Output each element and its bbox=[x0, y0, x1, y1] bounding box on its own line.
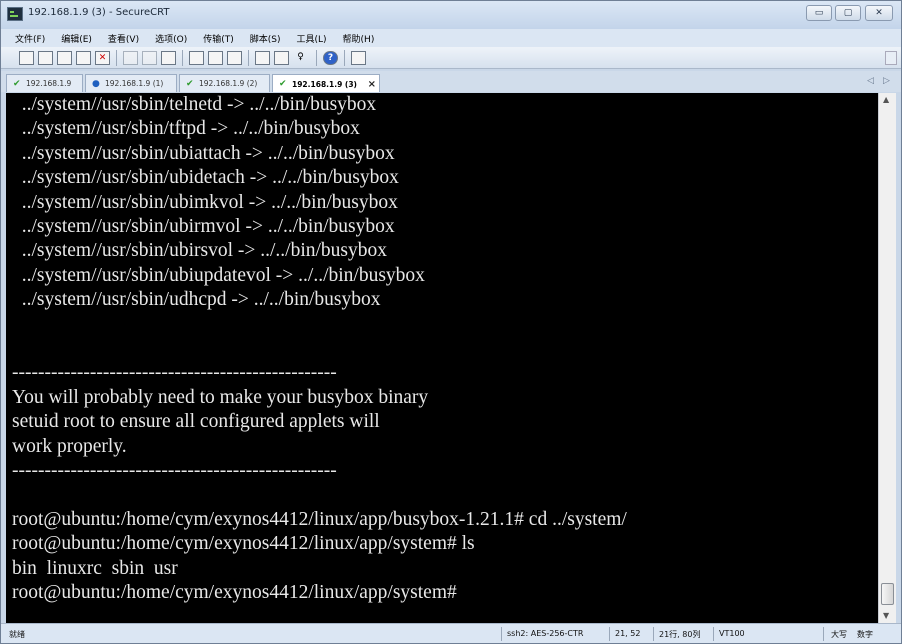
menu-help[interactable]: 帮助(H) bbox=[343, 32, 375, 45]
status-divider bbox=[653, 627, 654, 641]
status-bar: 就绪 ssh2: AES-256-CTR 21, 52 21行, 80列 VT1… bbox=[1, 623, 901, 643]
check-icon: ✔ bbox=[186, 79, 194, 89]
minimize-button[interactable]: ▭ bbox=[806, 5, 832, 21]
status-divider bbox=[713, 627, 714, 641]
toolbar-scroll-button[interactable] bbox=[885, 51, 897, 65]
terminal-line: ../system//usr/sbin/udhcpd -> ../../bin/… bbox=[12, 289, 381, 311]
terminal-line: ../system//usr/sbin/ubimkvol -> ../../bi… bbox=[12, 191, 398, 213]
terminal-line: work properly. bbox=[12, 435, 127, 457]
tab-scroll-left-icon[interactable]: ◁ bbox=[867, 76, 874, 86]
terminal-prompt-line: root@ubuntu:/home/cym/exynos4412/linux/a… bbox=[12, 582, 462, 603]
reconnect-icon[interactable] bbox=[76, 51, 91, 65]
copy-icon[interactable] bbox=[123, 51, 138, 65]
terminal-line: ../system//usr/sbin/telnetd -> ../../bin… bbox=[12, 94, 377, 115]
connect-tab-icon[interactable] bbox=[57, 51, 72, 65]
disconnect-icon[interactable]: ✕ bbox=[95, 51, 110, 65]
terminal-line: ../system//usr/sbin/ubiupdatevol -> ../.… bbox=[12, 264, 425, 286]
tab-session-1[interactable]: ● 192.168.1.9 (1) bbox=[85, 74, 177, 92]
menu-bar: 文件(F) 编辑(E) 查看(V) 选项(O) 传输(T) 脚本(S) 工具(L… bbox=[1, 29, 901, 47]
status-divider bbox=[823, 627, 824, 641]
print-setup-icon[interactable] bbox=[208, 51, 223, 65]
status-divider bbox=[501, 627, 502, 641]
find-icon[interactable] bbox=[161, 51, 176, 65]
status-divider bbox=[609, 627, 610, 641]
status-num: 数字 bbox=[857, 630, 873, 639]
maximize-button[interactable]: ▢ bbox=[835, 5, 861, 21]
global-options-icon[interactable] bbox=[274, 51, 289, 65]
toolbar-separator bbox=[316, 50, 317, 66]
title-bar[interactable]: 192.168.1.9 (3) - SecureCRT ▭ ▢ ✕ bbox=[1, 1, 901, 29]
sftp-icon[interactable] bbox=[351, 51, 366, 65]
terminal-line: ../system//usr/sbin/ubiattach -> ../../b… bbox=[12, 142, 395, 164]
menu-file[interactable]: 文件(F) bbox=[15, 32, 45, 45]
scrollbar-thumb[interactable] bbox=[881, 583, 894, 605]
close-button[interactable]: ✕ bbox=[865, 5, 893, 21]
toolbar-separator bbox=[344, 50, 345, 66]
paste-icon[interactable] bbox=[142, 51, 157, 65]
check-icon: ✔ bbox=[279, 79, 287, 89]
help-icon[interactable]: ? bbox=[323, 51, 338, 65]
tab-scroll-right-icon[interactable]: ▷ bbox=[883, 76, 890, 86]
status-emulation: VT100 bbox=[719, 629, 745, 638]
status-ready: 就绪 bbox=[9, 630, 25, 639]
terminal-line: ----------------------------------------… bbox=[12, 362, 337, 384]
terminal-output[interactable]: ../system//usr/sbin/telnetd -> ../../bin… bbox=[6, 93, 878, 623]
window-title: 192.168.1.9 (3) - SecureCRT bbox=[28, 7, 170, 18]
session-options-icon[interactable] bbox=[255, 51, 270, 65]
tab-label: 192.168.1.9 (3) bbox=[292, 80, 357, 89]
terminal-scrollbar[interactable]: ▲ ▼ bbox=[878, 93, 896, 623]
scroll-up-icon[interactable]: ▲ bbox=[883, 95, 889, 104]
tab-session-0[interactable]: ✔ 192.168.1.9 bbox=[6, 74, 83, 92]
terminal-line: ../system//usr/sbin/ubirmvol -> ../../bi… bbox=[12, 216, 395, 237]
check-icon: ✔ bbox=[13, 79, 21, 89]
key-icon[interactable]: ♀ bbox=[293, 51, 308, 65]
toolbar-separator bbox=[116, 50, 117, 66]
toolbar: ✕ ♀ ? bbox=[1, 47, 901, 69]
terminal-line: setuid root to ensure all configured app… bbox=[12, 411, 380, 433]
terminal-line: root@ubuntu:/home/cym/exynos4412/linux/a… bbox=[12, 508, 627, 530]
menu-transfer[interactable]: 传输(T) bbox=[203, 32, 234, 45]
status-caps: 大写 bbox=[831, 630, 847, 639]
securecrt-app-icon[interactable] bbox=[7, 7, 23, 21]
menu-view[interactable]: 查看(V) bbox=[108, 32, 139, 45]
terminal-line: bin linuxrc sbin usr bbox=[12, 557, 178, 579]
menu-options[interactable]: 选项(O) bbox=[155, 32, 187, 45]
menu-tools[interactable]: 工具(L) bbox=[297, 32, 327, 45]
scroll-down-icon[interactable]: ▼ bbox=[883, 611, 889, 620]
tab-label: 192.168.1.9 bbox=[26, 79, 72, 88]
connect-icon[interactable] bbox=[19, 51, 34, 65]
tab-session-3-active[interactable]: ✔ 192.168.1.9 (3) × bbox=[272, 74, 380, 92]
status-cursor: 21, 52 bbox=[615, 629, 641, 638]
menu-script[interactable]: 脚本(S) bbox=[250, 32, 281, 45]
terminal-line: You will probably need to make your busy… bbox=[12, 386, 429, 408]
info-icon: ● bbox=[92, 79, 100, 89]
toolbar-separator bbox=[182, 50, 183, 66]
terminal-line: root@ubuntu:/home/cym/exynos4412/linux/a… bbox=[12, 533, 475, 555]
terminal-line: ----------------------------------------… bbox=[12, 460, 337, 481]
terminal-line: ../system//usr/sbin/ubidetach -> ../../b… bbox=[12, 167, 399, 189]
session-tab-bar: ✔ 192.168.1.9 ● 192.168.1.9 (1) ✔ 192.16… bbox=[1, 71, 901, 92]
terminal-line: ../system//usr/sbin/ubirsvol -> ../../bi… bbox=[12, 240, 388, 262]
print-screen-icon[interactable] bbox=[227, 51, 242, 65]
menu-edit[interactable]: 编辑(E) bbox=[61, 32, 92, 45]
status-encryption: ssh2: AES-256-CTR bbox=[507, 629, 584, 638]
print-icon[interactable] bbox=[189, 51, 204, 65]
toolbar-separator bbox=[248, 50, 249, 66]
status-size: 21行, 80列 bbox=[659, 630, 701, 639]
tab-label: 192.168.1.9 (1) bbox=[105, 79, 164, 88]
tab-session-2[interactable]: ✔ 192.168.1.9 (2) bbox=[179, 74, 270, 92]
securecrt-window: 192.168.1.9 (3) - SecureCRT ▭ ▢ ✕ 文件(F) … bbox=[0, 0, 902, 644]
tab-close-icon[interactable]: × bbox=[368, 79, 376, 90]
terminal-line: ../system//usr/sbin/tftpd -> ../../bin/b… bbox=[12, 118, 360, 140]
tab-label: 192.168.1.9 (2) bbox=[199, 79, 258, 88]
quick-connect-icon[interactable] bbox=[38, 51, 53, 65]
